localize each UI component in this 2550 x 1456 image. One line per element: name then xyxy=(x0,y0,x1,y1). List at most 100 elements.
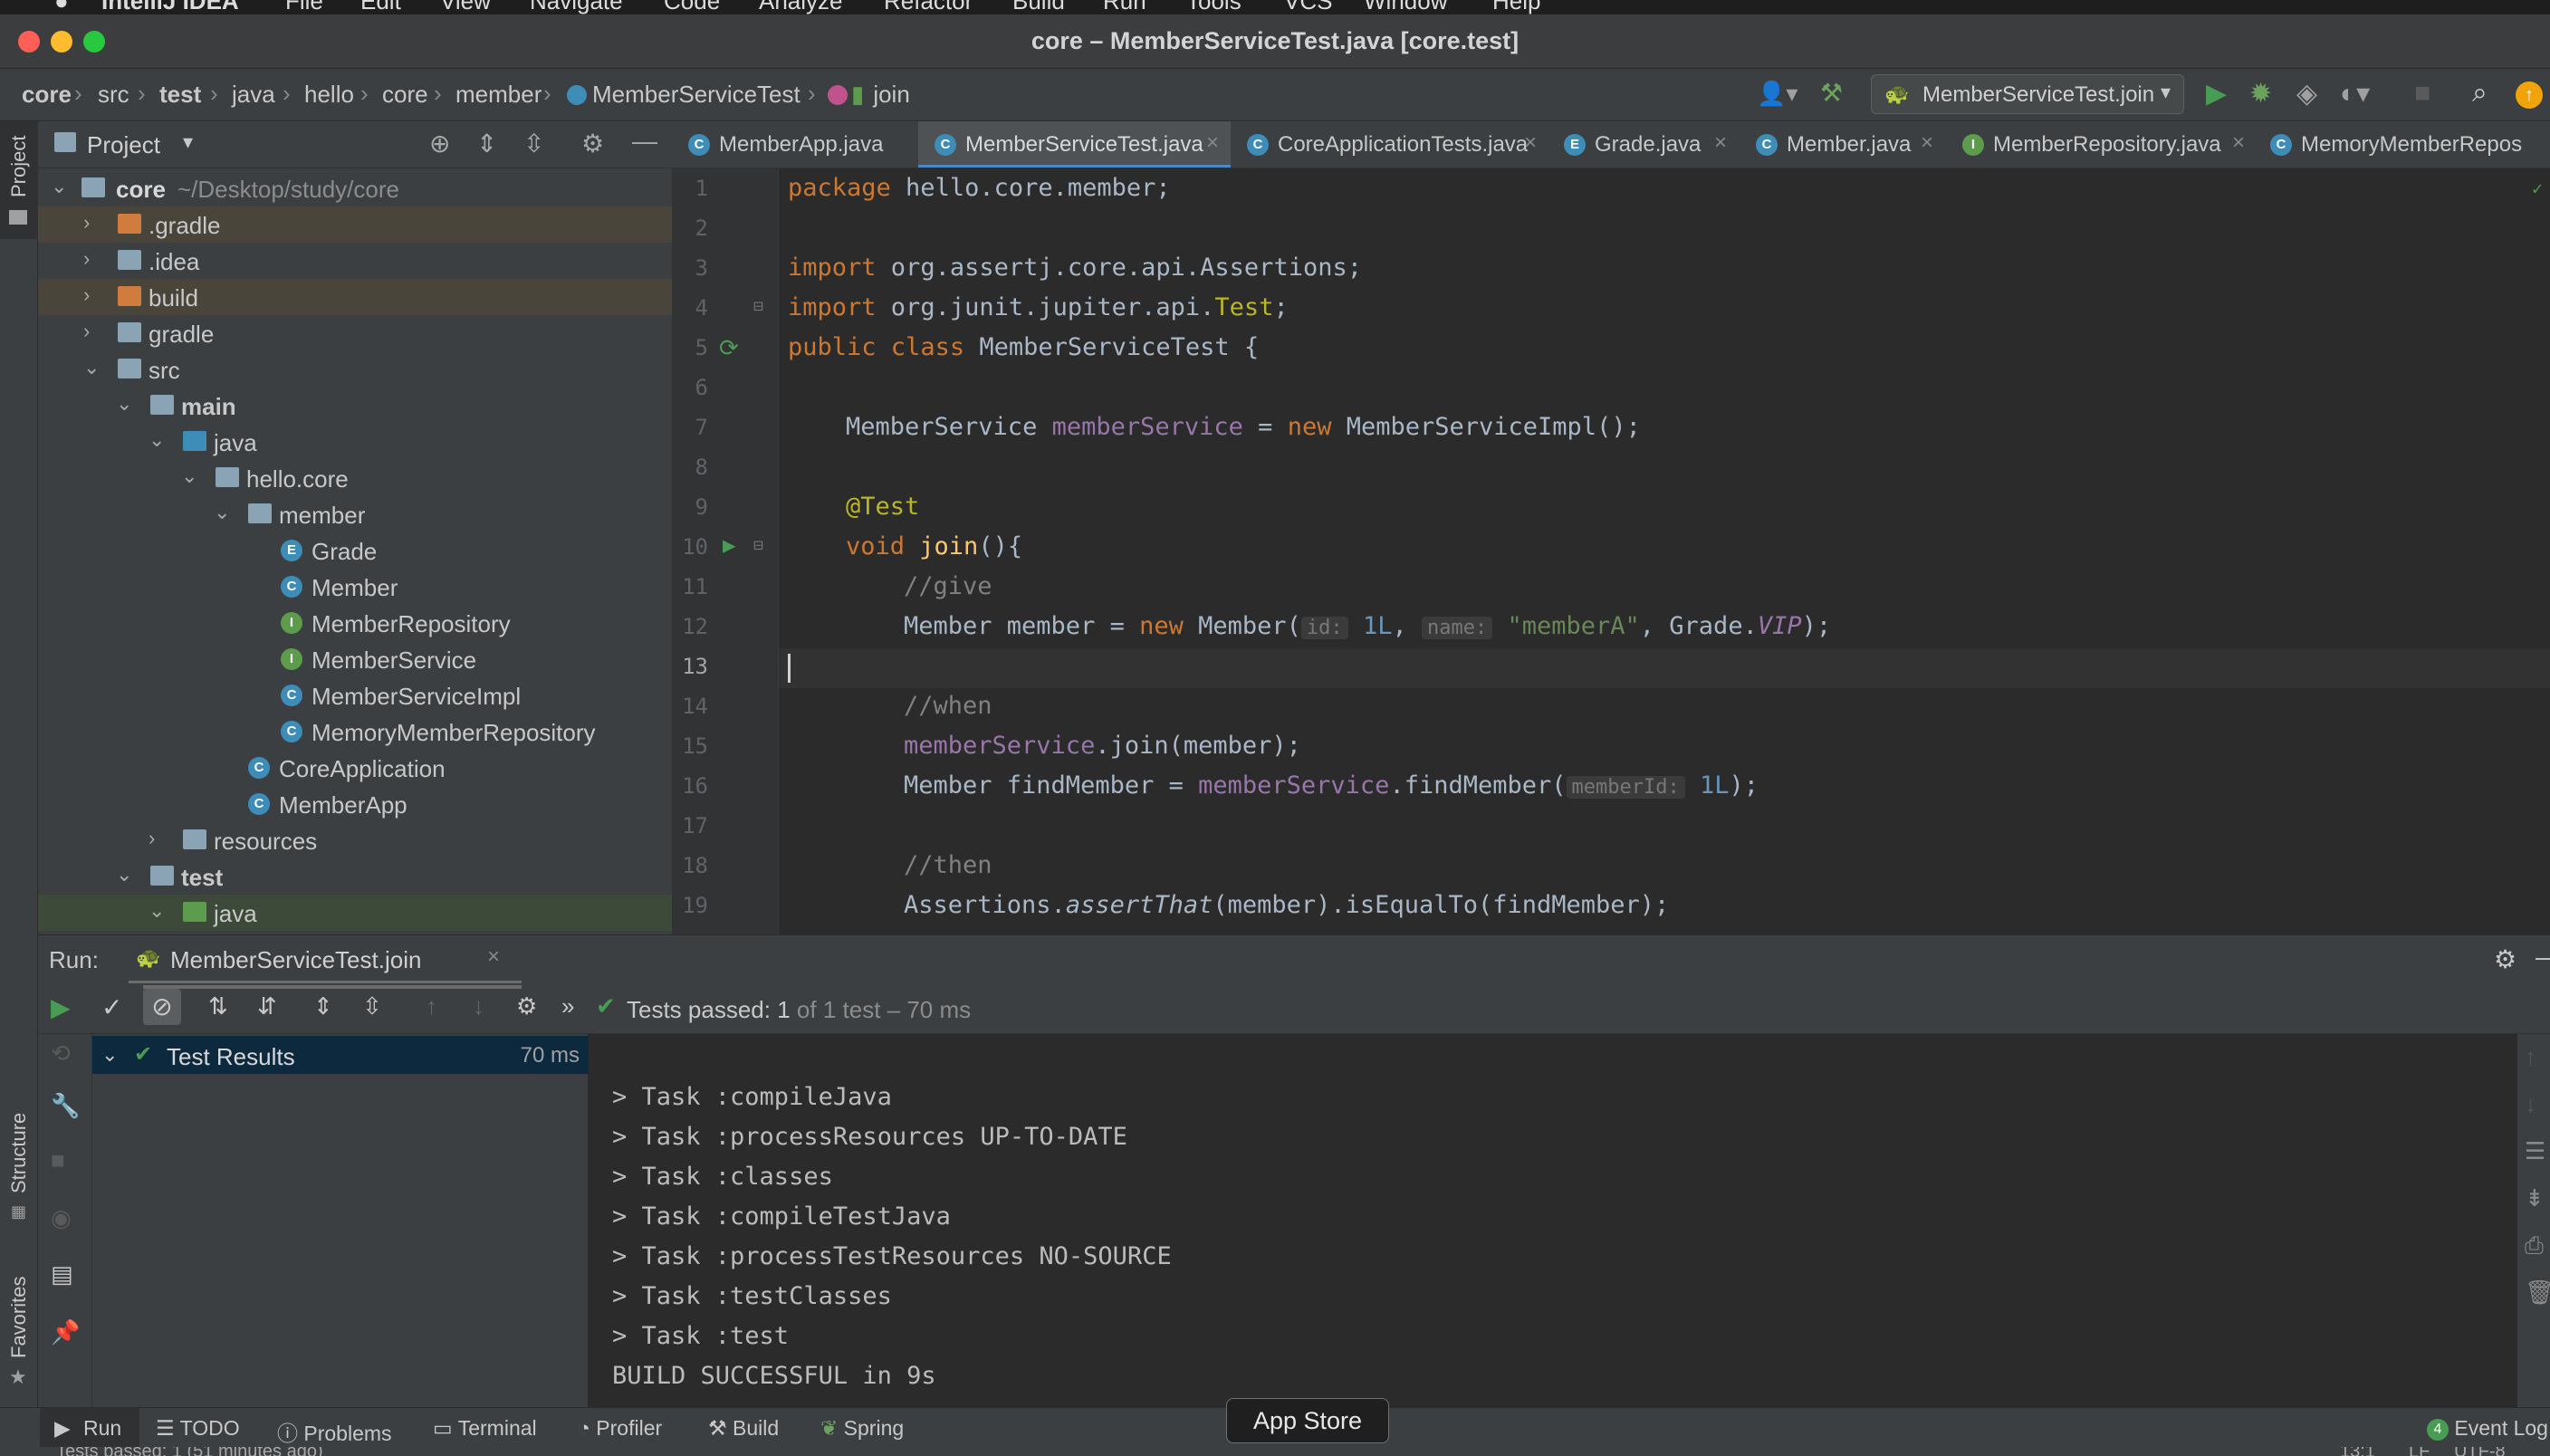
hide-icon[interactable]: — xyxy=(632,127,657,156)
tree-item-member-repository[interactable]: I MemberRepository xyxy=(38,605,672,641)
menu-app-name[interactable]: IntelliJ IDEA xyxy=(101,0,239,14)
pin-icon[interactable]: 📌 xyxy=(51,1318,80,1346)
tree-item-member-pkg[interactable]: ⌄ member xyxy=(38,496,672,532)
tree-item-memory-member-repository[interactable]: C MemoryMemberRepository xyxy=(38,714,672,750)
menu-help[interactable]: Help xyxy=(1492,0,1540,14)
fold-icon[interactable]: ⊟ xyxy=(753,297,763,316)
collapse-all-icon[interactable]: ⇳ xyxy=(362,992,382,1020)
next-test-icon[interactable]: ↓ xyxy=(473,992,484,1020)
sort-alpha-icon[interactable]: ⇅ xyxy=(208,992,228,1020)
user-icon[interactable]: 👤▾ xyxy=(1757,80,1797,108)
tree-item-test-java[interactable]: ⌄ java xyxy=(38,895,672,931)
tree-item-member-app[interactable]: C MemberApp xyxy=(38,786,672,822)
locate-icon[interactable]: ⊕ xyxy=(429,129,450,158)
tree-item-main-java[interactable]: ⌄ java xyxy=(38,424,672,460)
tree-item-member-service[interactable]: I MemberService xyxy=(38,641,672,677)
print-icon[interactable]: ⎙ xyxy=(2525,1231,2544,1260)
breadcrumb-test[interactable]: test xyxy=(159,81,201,109)
show-passed-icon[interactable]: ✓ xyxy=(101,992,122,1022)
tree-item-member[interactable]: C Member xyxy=(38,569,672,605)
breadcrumb-hello[interactable]: hello xyxy=(304,81,354,109)
fold-icon[interactable]: ⊟ xyxy=(753,536,763,555)
tree-item-grade[interactable]: E Grade xyxy=(38,532,672,569)
menu-window[interactable]: Window xyxy=(1364,0,1447,14)
file-encoding[interactable]: UTF-8 xyxy=(2454,1447,2506,1456)
tab-memory-member-repository[interactable]: C MemoryMemberRepos xyxy=(2254,121,2550,168)
layout-icon[interactable]: ▤ xyxy=(51,1260,73,1288)
eye-icon[interactable]: ◉ xyxy=(51,1204,72,1232)
tree-item-core[interactable]: ⌄ core ~/Desktop/study/core xyxy=(38,170,672,206)
close-tab-icon[interactable]: × xyxy=(1524,130,1537,156)
breadcrumb-java[interactable]: java xyxy=(232,81,275,109)
tree-item-hello-core[interactable]: ⌄ hello.core xyxy=(38,460,672,496)
menu-analyze[interactable]: Analyze xyxy=(759,0,843,14)
tab-core-application-tests[interactable]: C CoreApplicationTests.java × xyxy=(1231,121,1548,168)
console-output[interactable]: > Task :compileJava > Task :processResou… xyxy=(589,1034,2517,1407)
expand-all-icon[interactable]: ⇕ xyxy=(476,129,497,158)
chevron-down-icon[interactable]: ▾ xyxy=(183,130,193,154)
structure-tool-tab[interactable]: Structure ▦ xyxy=(0,1081,38,1221)
breadcrumb-core-pkg[interactable]: core xyxy=(382,81,428,109)
run-class-gutter-icon[interactable]: ⟳ xyxy=(719,335,739,362)
menu-refactor[interactable]: Refactor xyxy=(884,0,973,14)
tree-item-idea[interactable]: › .idea xyxy=(38,243,672,279)
breadcrumb-src[interactable]: src xyxy=(98,81,129,109)
tree-item-gradle-hidden[interactable]: › .gradle xyxy=(38,206,672,243)
code-editor[interactable]: 1 2 3 4 5 6 7 8 9 10 11 12 13 14 15 16 1… xyxy=(672,168,2550,934)
gear-icon[interactable]: ⚙ xyxy=(581,129,604,158)
favorites-tool-tab[interactable]: Favorites ★ xyxy=(0,1253,38,1389)
menu-run[interactable]: Run xyxy=(1103,0,1146,14)
close-tab-icon[interactable]: × xyxy=(1714,130,1727,156)
gear-icon[interactable]: ⚙ xyxy=(2494,944,2516,974)
breadcrumb-method[interactable]: ▮ join xyxy=(828,81,910,109)
line-separator[interactable]: LF xyxy=(2409,1447,2430,1456)
tree-item-member-service-impl[interactable]: C MemberServiceImpl xyxy=(38,677,672,714)
breadcrumb-core[interactable]: core xyxy=(22,81,72,109)
close-tab-icon[interactable]: × xyxy=(1206,130,1219,156)
collapse-all-icon[interactable]: ⇳ xyxy=(523,129,544,158)
status-message[interactable]: Tests passed: 1 (51 minutes ago) xyxy=(56,1447,323,1456)
breadcrumb-class[interactable]: MemberServiceTest xyxy=(567,81,800,109)
tab-member-app[interactable]: C MemberApp.java xyxy=(672,121,918,168)
apple-icon[interactable]: ● xyxy=(54,0,69,14)
tab-grade[interactable]: E Grade.java × xyxy=(1548,121,1740,168)
problems-tool-tab[interactable]: ⓘ Problems xyxy=(277,1416,392,1447)
hide-icon[interactable]: — xyxy=(2536,943,2550,972)
project-tool-tab[interactable]: Project xyxy=(0,121,38,239)
menu-tools[interactable]: Tools xyxy=(1186,0,1241,14)
build-hammer-icon[interactable]: ⚒ xyxy=(1820,78,1843,108)
event-log-tool-tab[interactable]: 4 Event Log xyxy=(2427,1416,2548,1441)
run-configuration-select[interactable]: 🐢 MemberServiceTest.join ▾ xyxy=(1871,74,2184,114)
todo-tool-tab[interactable]: ☰ TODO xyxy=(156,1416,240,1441)
menu-build[interactable]: Build xyxy=(1012,0,1065,14)
close-tab-icon[interactable]: × xyxy=(1921,130,1933,156)
down-icon[interactable]: ↓ xyxy=(2525,1090,2536,1118)
inspection-ok-icon[interactable]: ✓ xyxy=(2532,177,2543,199)
test-results-row[interactable]: ⌄ ✔ Test Results 70 ms xyxy=(92,1036,589,1074)
export-icon[interactable]: ⚙ xyxy=(516,992,537,1020)
caret-position[interactable]: 13:1 xyxy=(2340,1447,2375,1456)
rerun-failed-icon[interactable]: ⟲ xyxy=(51,1039,71,1068)
soft-wrap-icon[interactable]: ☰ xyxy=(2525,1137,2545,1165)
terminal-tool-tab[interactable]: ▭ Terminal xyxy=(433,1416,537,1441)
tab-member[interactable]: C Member.java × xyxy=(1740,121,1946,168)
tree-item-build[interactable]: › build xyxy=(38,279,672,315)
menu-edit[interactable]: Edit xyxy=(360,0,401,14)
search-icon[interactable]: ⌕ xyxy=(2472,78,2488,109)
sort-duration-icon[interactable]: ⇵ xyxy=(257,992,277,1020)
run-tool-tab[interactable]: ▶ Run xyxy=(40,1408,139,1448)
tab-member-service-test[interactable]: C MemberServiceTest.java × xyxy=(918,121,1231,168)
project-view-select[interactable]: Project xyxy=(87,131,160,159)
tree-item-main[interactable]: ⌄ main xyxy=(38,388,672,424)
expand-all-icon[interactable]: ⇕ xyxy=(313,992,333,1020)
profiler-tool-tab[interactable]: ◔ Profiler xyxy=(578,1416,662,1441)
stop-icon[interactable]: ■ xyxy=(51,1146,65,1174)
stop-icon[interactable]: ■ xyxy=(2414,78,2430,109)
coverage-icon[interactable]: ◈ xyxy=(2296,78,2317,110)
menu-vcs[interactable]: VCS xyxy=(1284,0,1332,14)
menu-view[interactable]: View xyxy=(440,0,491,14)
profile-icon[interactable]: ◐▾ xyxy=(2340,78,2370,110)
menu-file[interactable]: File xyxy=(285,0,323,14)
spring-tool-tab[interactable]: ❦ Spring xyxy=(820,1416,904,1441)
build-tool-tab[interactable]: ⚒ Build xyxy=(708,1416,779,1441)
